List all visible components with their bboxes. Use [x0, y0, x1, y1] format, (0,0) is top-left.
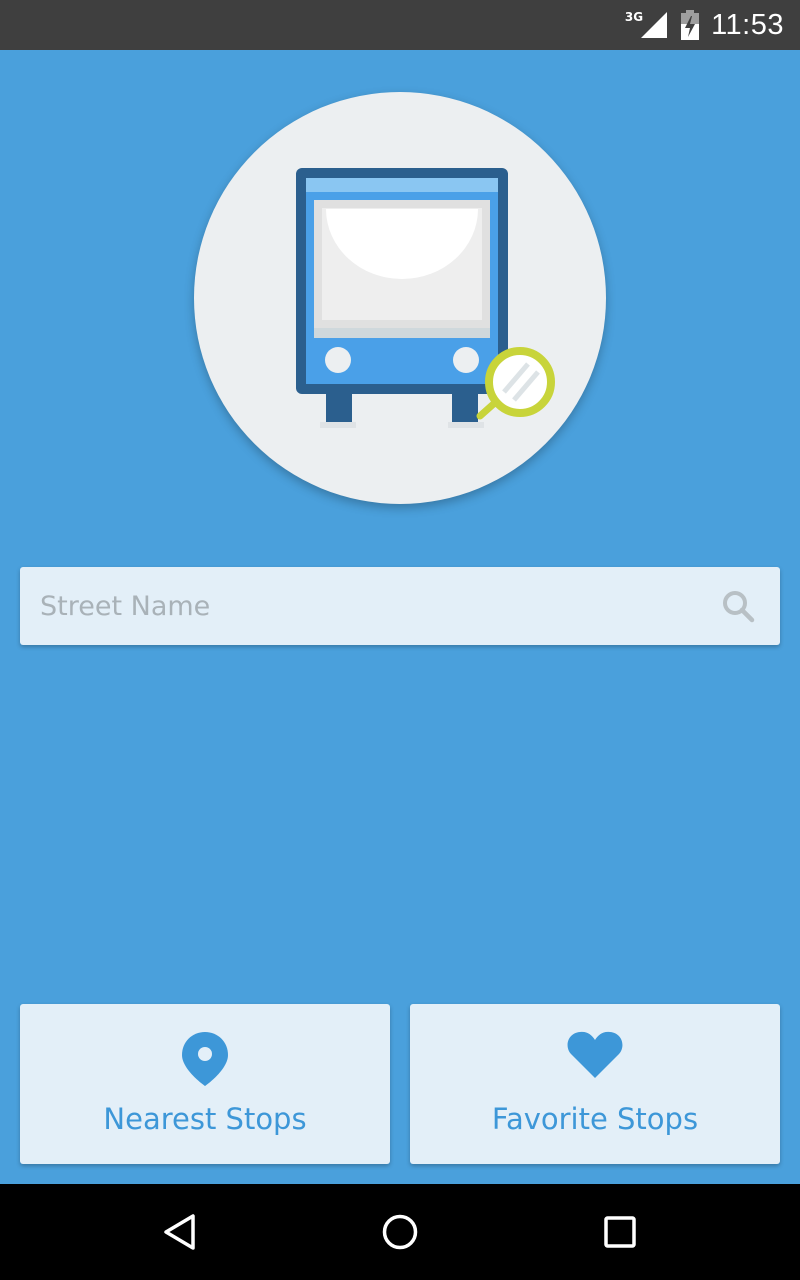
- cell-signal-icon: [641, 12, 668, 38]
- bus-illustration: [296, 168, 555, 428]
- home-button[interactable]: [370, 1202, 430, 1262]
- home-icon: [382, 1214, 418, 1250]
- recents-icon: [604, 1216, 636, 1248]
- screen: 3G 11:53 Street Name Nearest Stops Favor…: [0, 0, 800, 1280]
- back-icon: [164, 1214, 195, 1250]
- street-name-input[interactable]: [40, 567, 700, 645]
- navigation-bar: [0, 1184, 800, 1280]
- recents-button[interactable]: [590, 1202, 650, 1262]
- favorite-stops-button[interactable]: Favorite Stops: [410, 1004, 780, 1164]
- location-pin-icon: [182, 1032, 228, 1086]
- status-icons: 3G 11:53: [625, 0, 784, 50]
- back-button[interactable]: [150, 1202, 210, 1262]
- bus-search-logo: [194, 92, 606, 504]
- nearest-stops-button[interactable]: Nearest Stops: [20, 1004, 390, 1164]
- network-type-label: 3G: [624, 10, 644, 24]
- card-icon-wrap: [410, 1030, 780, 1090]
- battery-charging-icon: [681, 10, 700, 40]
- search-bar: [20, 567, 780, 645]
- status-bar: 3G 11:53: [0, 0, 800, 50]
- favorite-stops-label: Favorite Stops: [491, 1102, 699, 1136]
- search-icon[interactable]: [720, 588, 756, 624]
- card-icon-wrap: [20, 1030, 390, 1090]
- nearest-stops-label: Nearest Stops: [103, 1102, 307, 1136]
- status-time: 11:53: [711, 8, 784, 41]
- heart-icon: [567, 1031, 623, 1078]
